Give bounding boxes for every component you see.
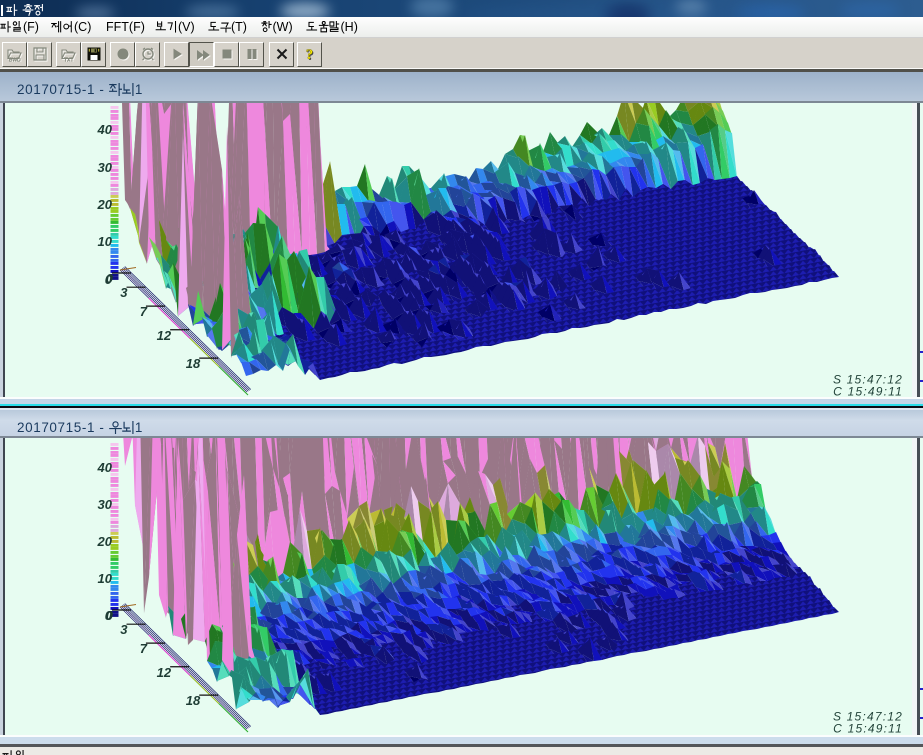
svg-text:0: 0 — [106, 271, 114, 286]
svg-text:40: 40 — [97, 122, 113, 137]
svg-text:20: 20 — [97, 534, 113, 549]
svg-text:3: 3 — [120, 622, 128, 637]
svg-text:7: 7 — [140, 304, 148, 319]
svg-text:10: 10 — [98, 234, 113, 249]
svg-text:40: 40 — [97, 460, 113, 475]
svg-text:30: 30 — [98, 160, 113, 175]
svg-text:12: 12 — [157, 665, 172, 680]
svg-text:0: 0 — [106, 608, 114, 623]
svg-text:30: 30 — [98, 497, 113, 512]
svg-text:TXT: TXT — [64, 58, 73, 63]
svg-text:12: 12 — [157, 328, 172, 343]
svg-text:20: 20 — [97, 197, 113, 212]
svg-text:?: ? — [306, 47, 314, 62]
svg-text:C 15:49:11: C 15:49:11 — [833, 722, 903, 736]
svg-text:BWD: BWD — [9, 58, 21, 63]
svg-text:7: 7 — [140, 641, 148, 656]
svg-text:3: 3 — [120, 285, 128, 300]
svg-text:18: 18 — [186, 356, 201, 371]
svg-text:10: 10 — [98, 571, 113, 586]
svg-text:18: 18 — [186, 693, 201, 708]
